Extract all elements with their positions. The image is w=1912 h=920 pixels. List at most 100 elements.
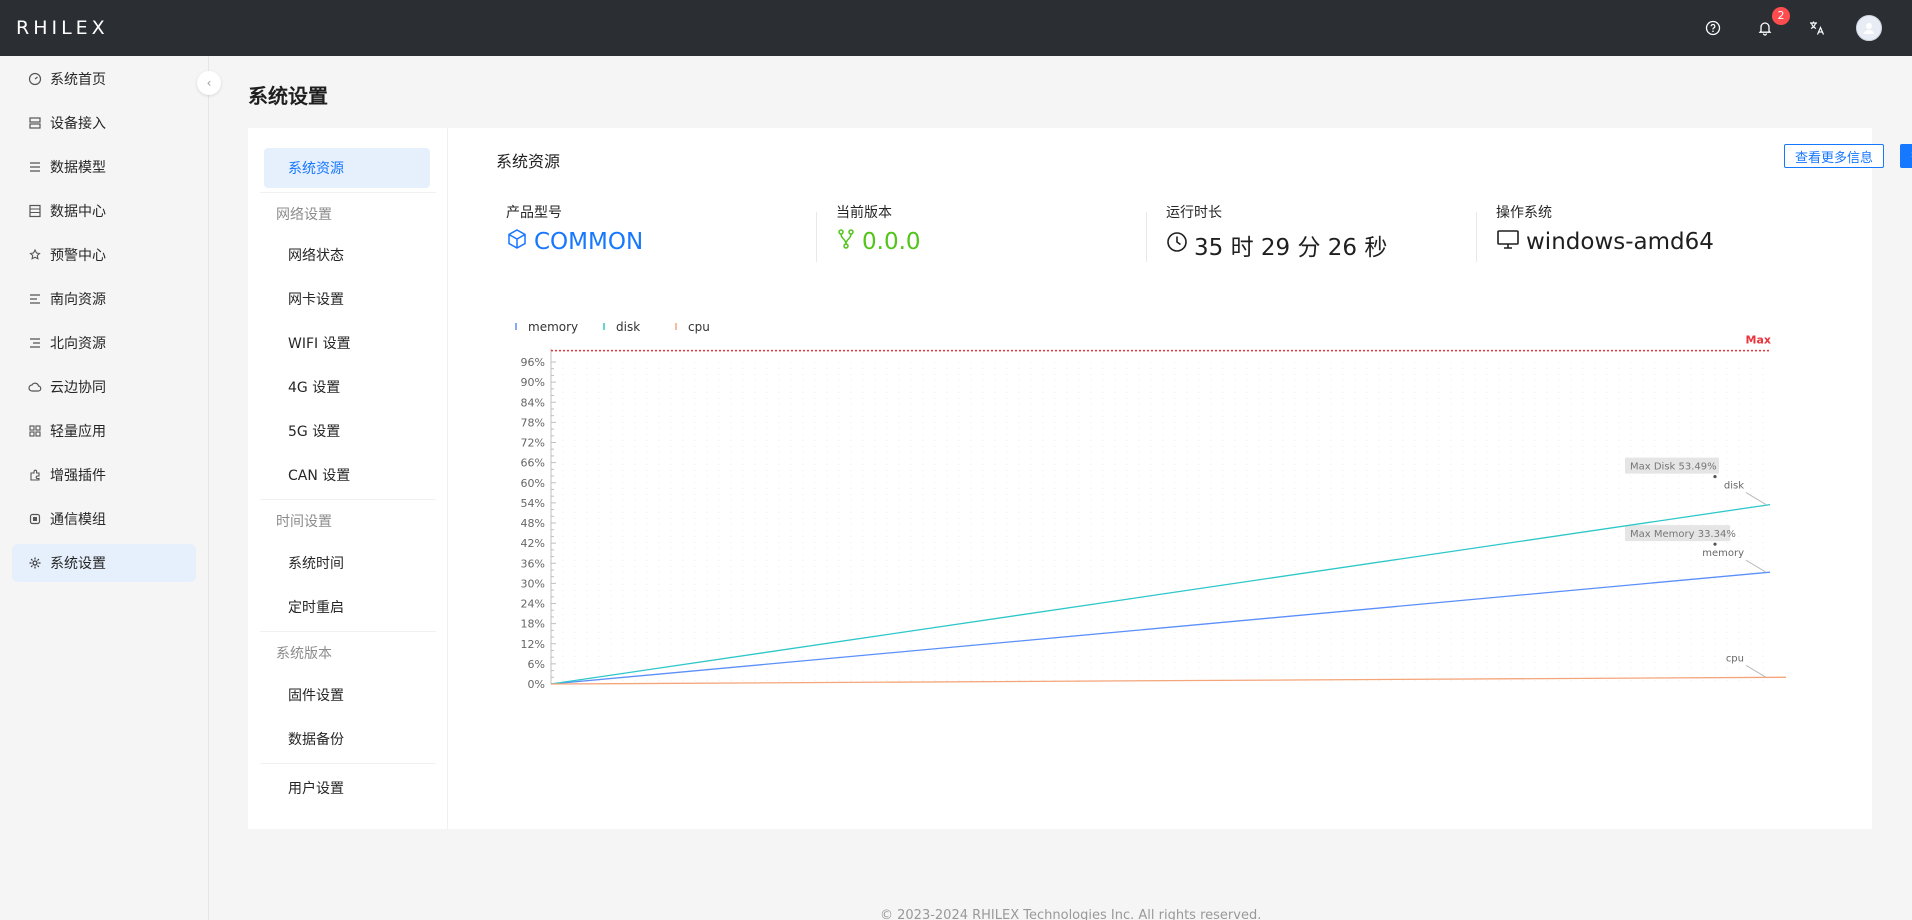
clock-icon <box>1166 231 1188 259</box>
stat-version: 当前版本 0.0.0 <box>826 202 1156 262</box>
uptime-value: 35 时 29 分 26 秒 <box>1194 235 1388 261</box>
y-tick-label: 78% <box>521 416 545 429</box>
user-avatar[interactable] <box>1856 15 1882 41</box>
y-tick-label: 60% <box>521 477 545 490</box>
y-tick-label: 36% <box>521 557 545 570</box>
legend-label-cpu: cpu <box>688 320 710 334</box>
apps-icon <box>28 424 42 438</box>
series-end-label-memory: memory <box>1702 548 1744 559</box>
sidebar-item-home[interactable]: 系统首页 <box>12 60 196 98</box>
sidebar-item-data-model[interactable]: 数据模型 <box>12 148 196 186</box>
more-info-button[interactable]: 查看更多信息 <box>1784 144 1884 168</box>
language-translate-icon[interactable] <box>1804 15 1830 41</box>
sidebar-item-north[interactable]: 北向资源 <box>12 324 196 362</box>
series-end-label-disk: disk <box>1724 481 1744 492</box>
sidebar-item-label: 云边协同 <box>50 380 106 396</box>
sidebar-item-apps[interactable]: 轻量应用 <box>12 412 196 450</box>
product-value: COMMON <box>534 229 644 255</box>
card-title: 系统资源 <box>496 152 561 171</box>
sidebar-item-label: 通信模组 <box>50 512 106 528</box>
sidebar-item-devices[interactable]: 设备接入 <box>12 104 196 142</box>
series-line-memory <box>550 571 1771 685</box>
device-icon <box>28 116 42 130</box>
subnav-network-status[interactable]: 网络状态 <box>264 235 430 275</box>
sidebar-item-data-center[interactable]: 数据中心 <box>12 192 196 230</box>
y-tick-label: 6% <box>528 658 545 671</box>
database-icon <box>28 160 42 174</box>
notification-bell-icon[interactable]: 2 <box>1752 7 1790 41</box>
stat-value: 0.0.0 <box>836 228 1156 256</box>
max-threshold-label: Max <box>1746 334 1771 347</box>
subnav-user-settings[interactable]: 用户设置 <box>264 768 430 808</box>
stat-divider <box>1476 212 1477 262</box>
cloud-icon <box>28 380 42 394</box>
stat-product: 产品型号 COMMON <box>496 202 826 262</box>
system-stats: 产品型号 COMMON 当前版本 0.0.0 运行时长 35 时 29 分 26… <box>496 202 1816 262</box>
subnav-divider <box>260 192 436 193</box>
annotation-dot-memory <box>1713 542 1717 546</box>
y-tick-label: 12% <box>521 638 545 651</box>
datacenter-icon <box>28 204 42 218</box>
y-tick-label: 18% <box>521 618 545 631</box>
header-actions: 2 <box>1700 0 1882 56</box>
y-tick-label: 30% <box>521 577 545 590</box>
y-tick-label: 54% <box>521 497 545 510</box>
sidebar-item-label: 北向资源 <box>50 336 106 352</box>
sidebar: 系统首页 设备接入 数据模型 数据中心 预警中心 南向资源 北向资源 云边协同 … <box>0 56 221 920</box>
stat-label: 运行时长 <box>1166 205 1222 221</box>
series-line-disk <box>550 503 1771 685</box>
sidebar-collapse-chevron-icon[interactable]: ‹ <box>197 71 221 95</box>
resource-usage-line-chart: memory disk cpu 0% 6% 12% 18% 24% 30% 36% 42% 48% 54… <box>515 320 1787 691</box>
y-tick-label: 42% <box>521 537 545 550</box>
series-leader-cpu <box>1745 664 1767 678</box>
sidebar-item-modules[interactable]: 通信模组 <box>12 500 196 538</box>
sidebar-item-label: 数据模型 <box>50 160 106 176</box>
y-tick-label: 66% <box>521 457 545 470</box>
view-config-button[interactable]: 查看系统配置 <box>1900 144 1912 168</box>
sidebar-item-label: 系统首页 <box>50 72 106 88</box>
series-end-label-cpu: cpu <box>1726 653 1744 664</box>
subnav-system-resources[interactable]: 系统资源 <box>264 148 430 188</box>
sidebar-item-alarm[interactable]: 预警中心 <box>12 236 196 274</box>
help-icon[interactable] <box>1700 15 1726 41</box>
app-logo[interactable]: RHILEX <box>16 17 109 39</box>
y-tick-label: 96% <box>521 356 545 369</box>
stat-divider <box>1146 212 1147 262</box>
subnav-data-backup[interactable]: 数据备份 <box>264 719 430 759</box>
footer-copyright: © 2023-2024 RHILEX Technologies Inc. All… <box>880 908 1262 920</box>
stat-divider <box>816 212 817 262</box>
sidebar-item-label: 轻量应用 <box>50 424 106 440</box>
plugin-icon <box>28 468 42 482</box>
sidebar-item-label: 增强插件 <box>50 468 106 484</box>
subnav-group-network: 网络设置 <box>276 207 332 223</box>
y-tick-label: 72% <box>521 437 545 450</box>
stat-label: 操作系统 <box>1496 205 1552 221</box>
sidebar-item-label: 南向资源 <box>50 292 106 308</box>
sidebar-item-south[interactable]: 南向资源 <box>12 280 196 318</box>
stat-uptime: 运行时长 35 时 29 分 26 秒 <box>1156 202 1486 262</box>
annotation-label-disk: Max Disk 53.49% <box>1630 462 1717 473</box>
south-icon <box>28 292 42 306</box>
sidebar-item-settings[interactable]: 系统设置 <box>12 544 196 582</box>
monitor-icon <box>1496 228 1520 256</box>
top-header: RHILEX 2 <box>0 0 1912 56</box>
page-title: 系统设置 <box>248 84 328 108</box>
sidebar-item-label: 系统设置 <box>50 556 106 572</box>
stat-value: 35 时 29 分 26 秒 <box>1166 228 1486 262</box>
sidebar-item-cloud[interactable]: 云边协同 <box>12 368 196 406</box>
subnav-divider <box>260 763 436 764</box>
stat-value: COMMON <box>506 228 826 256</box>
sidebar-item-label: 预警中心 <box>50 248 106 264</box>
north-icon <box>28 336 42 350</box>
dashboard-icon <box>28 72 42 86</box>
notification-badge: 2 <box>1772 7 1790 25</box>
alarm-icon <box>28 248 42 262</box>
y-tick-label: 0% <box>528 678 545 691</box>
module-icon <box>28 512 42 526</box>
gear-icon <box>28 556 42 570</box>
y-tick-label: 90% <box>521 376 545 389</box>
legend-label-memory: memory <box>528 320 578 334</box>
sidebar-item-plugins[interactable]: 增强插件 <box>12 456 196 494</box>
annotation-dot-disk <box>1713 474 1717 479</box>
stat-label: 当前版本 <box>836 205 892 221</box>
